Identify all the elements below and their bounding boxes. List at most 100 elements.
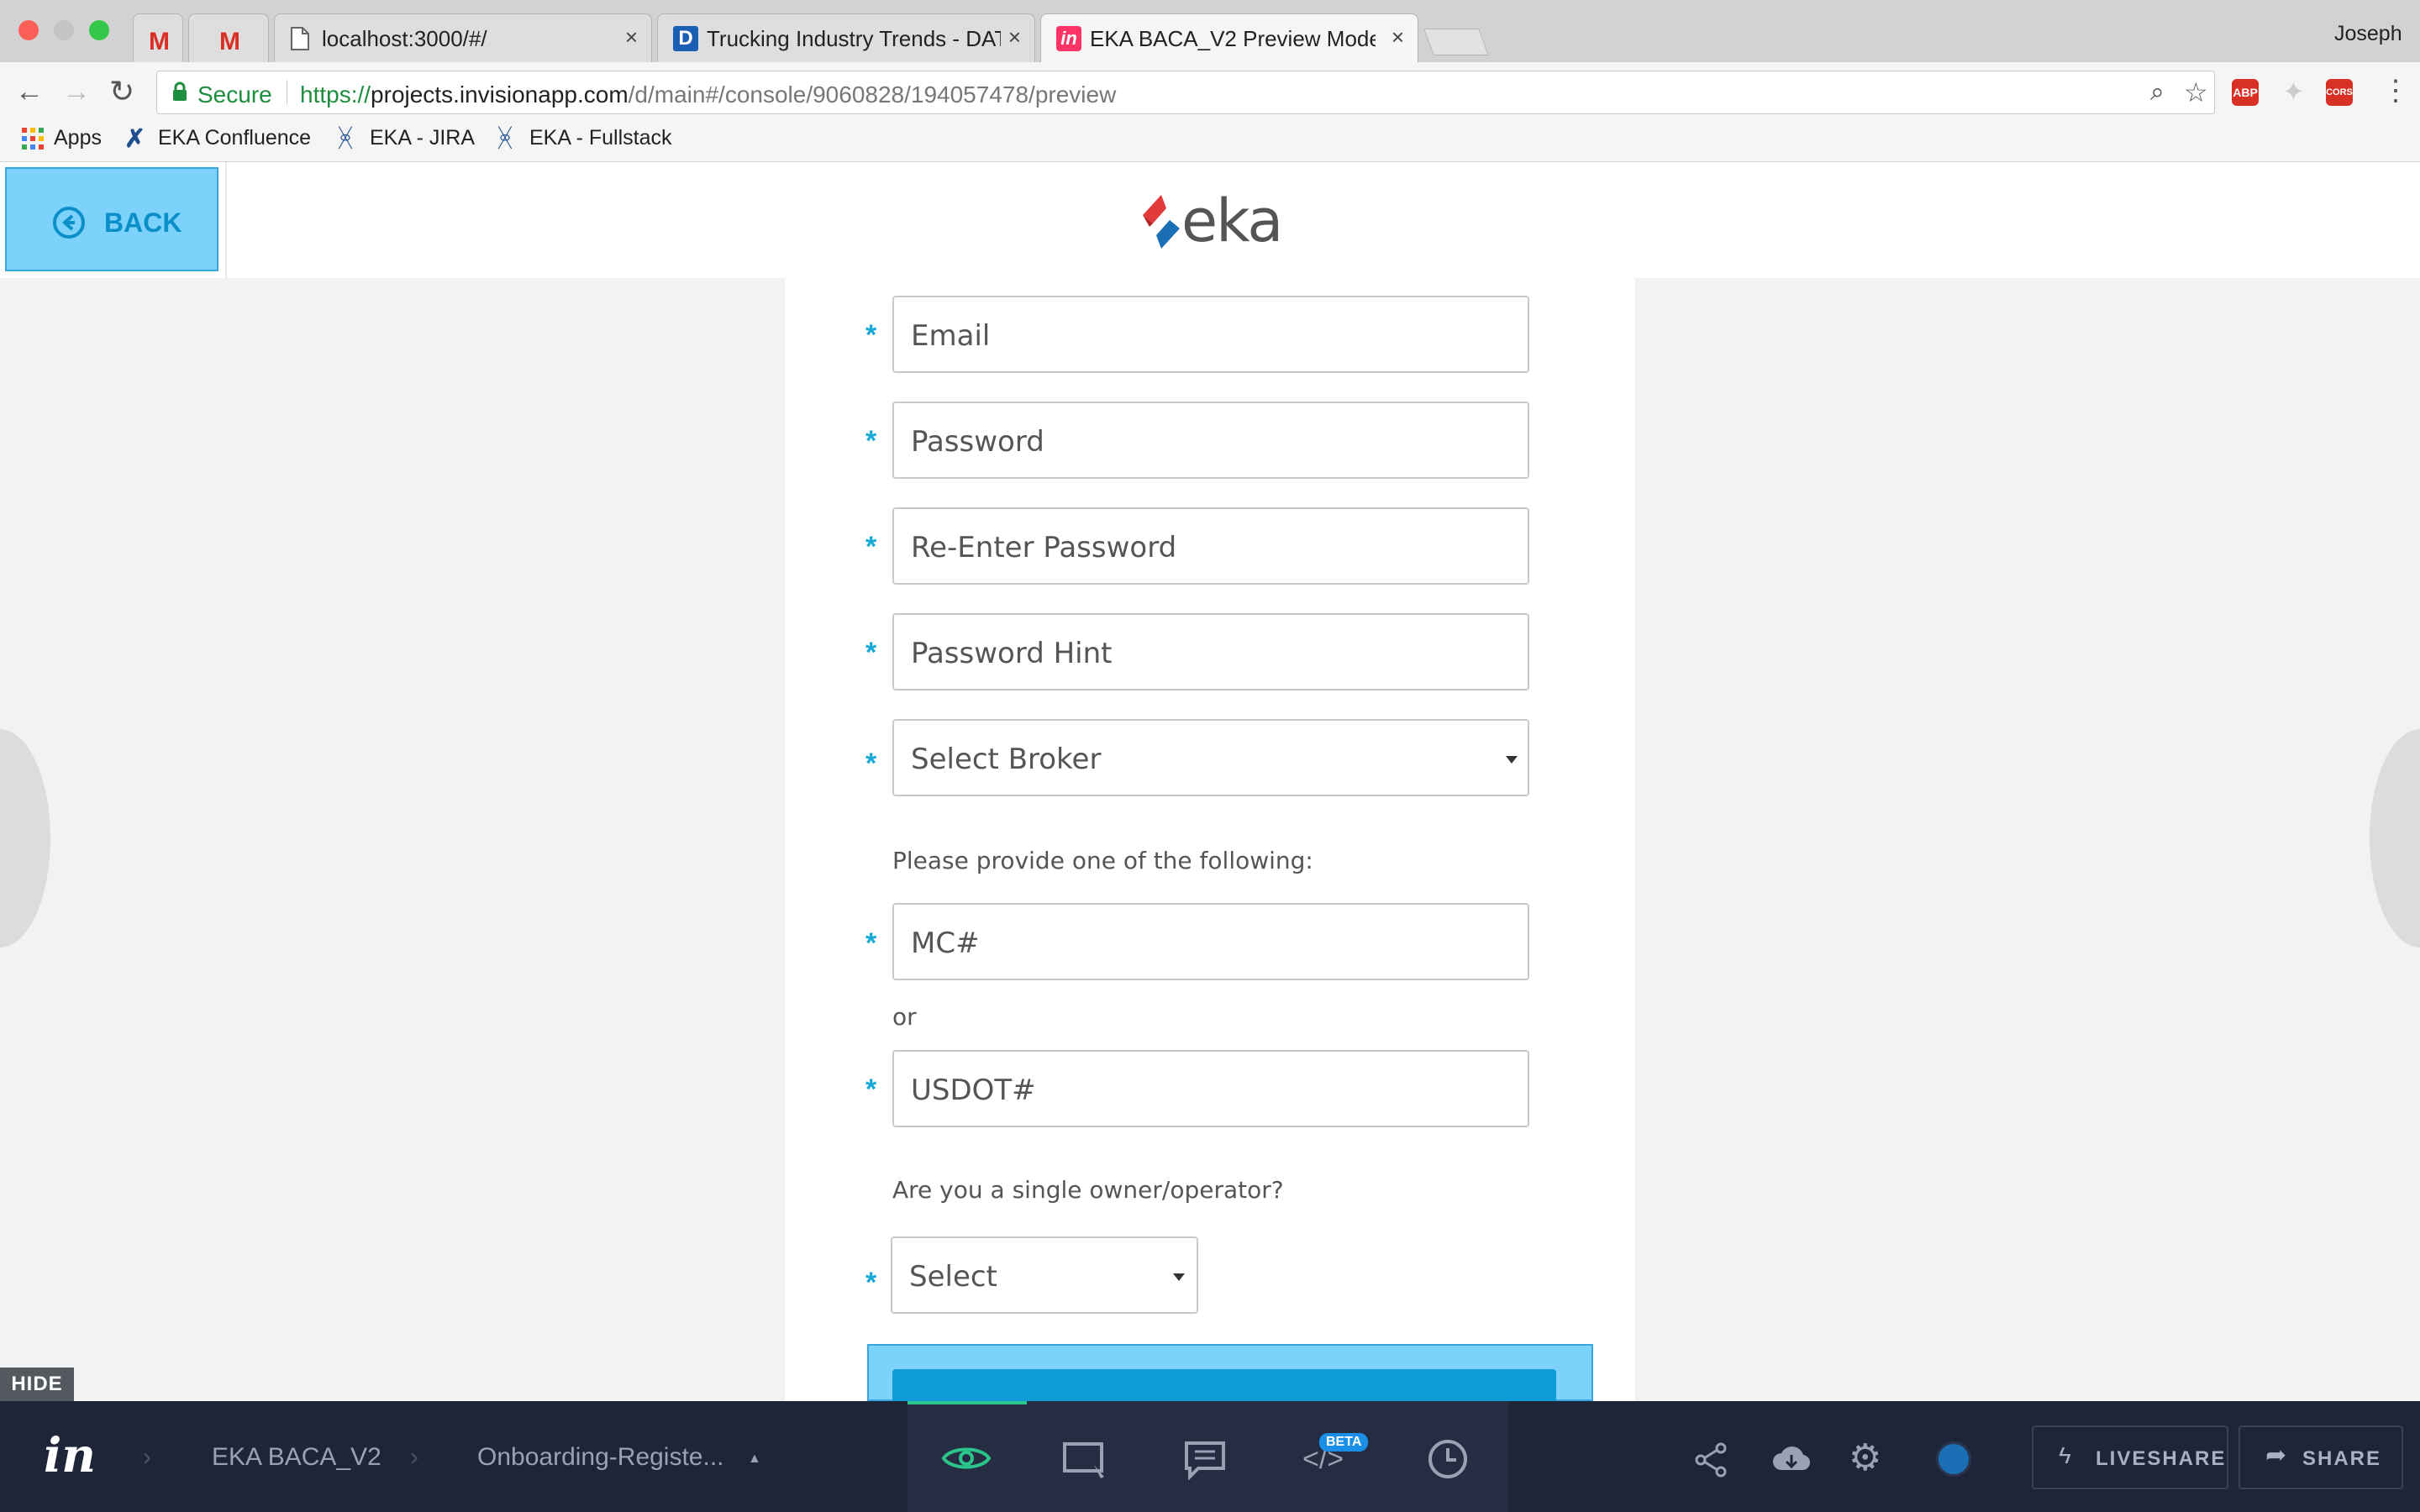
tab-title: localhost:3000/#/ [322, 26, 487, 51]
share-label: SHARE [2302, 1447, 2382, 1470]
next-screen-button[interactable] [2370, 729, 2420, 948]
tab-dat[interactable]: D Trucking Industry Trends - DAT × [657, 13, 1035, 62]
submit-button[interactable] [892, 1369, 1556, 1401]
preview-mode-eye-icon[interactable] [941, 1440, 992, 1481]
adblock-extension-icon[interactable]: ABP [2232, 79, 2259, 106]
share-nodes-icon[interactable] [1692, 1441, 1729, 1483]
caret-up-icon[interactable]: ▲ [748, 1452, 761, 1467]
url-host: projects.invisionapp.com [371, 81, 629, 108]
url-text[interactable]: https://projects.invisionapp.com/d/main#… [300, 81, 1116, 108]
close-window-button[interactable] [18, 20, 39, 40]
required-asterisk: * [865, 425, 877, 457]
bookmark-apps[interactable]: Apps [54, 126, 102, 150]
bookmarks-bar [0, 123, 2420, 162]
bookmark-eka-jira[interactable]: EKA - JIRA [370, 126, 475, 150]
cors-extension-icon[interactable]: CORS [2326, 79, 2353, 106]
required-asterisk: * [865, 1074, 877, 1105]
close-tab-icon[interactable]: × [1008, 24, 1021, 50]
broker-select-value: Select Broker [911, 743, 1102, 776]
header-divider [225, 162, 227, 278]
invision-icon: in [1056, 26, 1081, 51]
provide-label: Please provide one of the following: [892, 847, 1313, 874]
jira-icon: ᚸ [497, 124, 513, 152]
gmail-icon: M [219, 28, 240, 55]
address-bar[interactable]: Secure https://projects.invisionapp.com/… [156, 71, 2215, 114]
close-tab-icon[interactable]: × [625, 24, 638, 50]
chevron-right-icon: › [143, 1443, 151, 1471]
avatar[interactable] [1936, 1441, 1971, 1477]
required-asterisk: * [865, 531, 877, 563]
back-button[interactable]: BACK [5, 167, 218, 271]
history-clock-icon[interactable] [1427, 1438, 1469, 1484]
usdot-number-field[interactable]: USDOT# [892, 1050, 1529, 1127]
back-label: BACK [104, 207, 182, 238]
eka-logo-mark-icon [1136, 192, 1186, 256]
forward-arrow-icon[interactable]: → [62, 76, 91, 108]
password-hint-field[interactable]: Password Hint [892, 613, 1529, 690]
secure-label: Secure [197, 81, 272, 108]
project-name[interactable]: EKA BACA_V2 [212, 1443, 381, 1472]
active-mode-indicator [908, 1401, 1027, 1404]
mc-number-field[interactable]: MC# [892, 903, 1529, 980]
reenter-password-field[interactable]: Re-Enter Password [892, 507, 1529, 585]
zoom-window-button[interactable] [89, 20, 109, 40]
tab-invision[interactable]: in EKA BACA_V2 Preview Mode - I × [1040, 13, 1418, 64]
lock-icon [172, 81, 187, 106]
bookmark-star-icon[interactable]: ☆ [2184, 76, 2208, 108]
chevron-right-icon: › [410, 1443, 418, 1471]
or-label: or [892, 1003, 917, 1031]
back-circle-arrow-icon [52, 206, 86, 244]
required-asterisk: * [865, 927, 877, 959]
hotspot-highlight[interactable] [867, 1344, 1593, 1401]
new-tab-button[interactable] [1423, 29, 1489, 55]
jira-icon: ᚸ [338, 124, 353, 152]
lightning-icon: ϟ [2059, 1442, 2071, 1468]
hide-toolbar-button[interactable]: HIDE [0, 1368, 74, 1401]
owner-operator-question: Are you a single owner/operator? [892, 1176, 1284, 1204]
broker-select[interactable]: Select Broker [892, 719, 1529, 796]
liveshare-label: LIVESHARE [2096, 1447, 2227, 1470]
confluence-icon: ✗ [124, 125, 146, 153]
build-mode-icon[interactable] [1062, 1440, 1109, 1486]
zoom-icon[interactable]: ⌕ [2150, 78, 2165, 107]
dat-icon: D [673, 26, 698, 51]
minimize-window-button[interactable] [54, 20, 74, 40]
bookmark-eka-confluence[interactable]: EKA Confluence [158, 126, 311, 150]
cloud-download-icon[interactable] [1771, 1441, 1812, 1479]
owner-operator-select[interactable]: Select [891, 1236, 1198, 1314]
tab-gmail-2[interactable]: M [188, 13, 269, 62]
eka-logo: eka [1181, 186, 1283, 255]
tab-gmail-1[interactable]: M [133, 13, 183, 62]
apps-grid-icon[interactable] [22, 128, 44, 154]
password-field[interactable]: Password [892, 402, 1529, 479]
url-path: /d/main#/console/9060828/194057478/previ… [628, 81, 1117, 108]
bookmark-eka-fullstack[interactable]: EKA - Fullstack [529, 126, 672, 150]
email-field[interactable]: Email [892, 296, 1529, 373]
back-arrow-icon[interactable]: ← [15, 76, 44, 108]
tab-title: EKA BACA_V2 Preview Mode - I [1090, 26, 1376, 51]
mc-number-placeholder: MC# [911, 927, 980, 960]
menu-dots-icon[interactable]: ⋮ [2381, 74, 2410, 108]
screen-name[interactable]: Onboarding-Registe... [477, 1443, 724, 1472]
required-asterisk: * [865, 319, 877, 351]
required-asterisk: * [865, 748, 877, 780]
required-asterisk: * [865, 637, 877, 669]
tab-localhost[interactable]: localhost:3000/#/ × [274, 13, 652, 62]
email-placeholder: Email [911, 319, 991, 353]
liveshare-button[interactable]: ϟ LIVESHARE [2032, 1425, 2228, 1489]
prev-screen-button[interactable] [0, 729, 50, 948]
comment-mode-icon[interactable] [1183, 1440, 1227, 1484]
gmail-icon: M [149, 28, 170, 55]
close-tab-icon[interactable]: × [1392, 24, 1404, 50]
reload-icon[interactable]: ↻ [109, 74, 134, 109]
page-icon [290, 26, 315, 51]
password-placeholder: Password [911, 425, 1044, 459]
settings-gear-icon[interactable]: ⚙ [1849, 1436, 1881, 1479]
invision-logo-icon[interactable]: in [44, 1428, 96, 1483]
caret-down-icon [1173, 1273, 1185, 1281]
pin-extension-icon[interactable]: ✦ [2282, 76, 2305, 108]
reenter-password-placeholder: Re-Enter Password [911, 531, 1177, 564]
share-button[interactable]: ➦ SHARE [2238, 1425, 2403, 1489]
profile-name[interactable]: Joseph [2334, 22, 2402, 46]
required-asterisk: * [865, 1267, 877, 1299]
